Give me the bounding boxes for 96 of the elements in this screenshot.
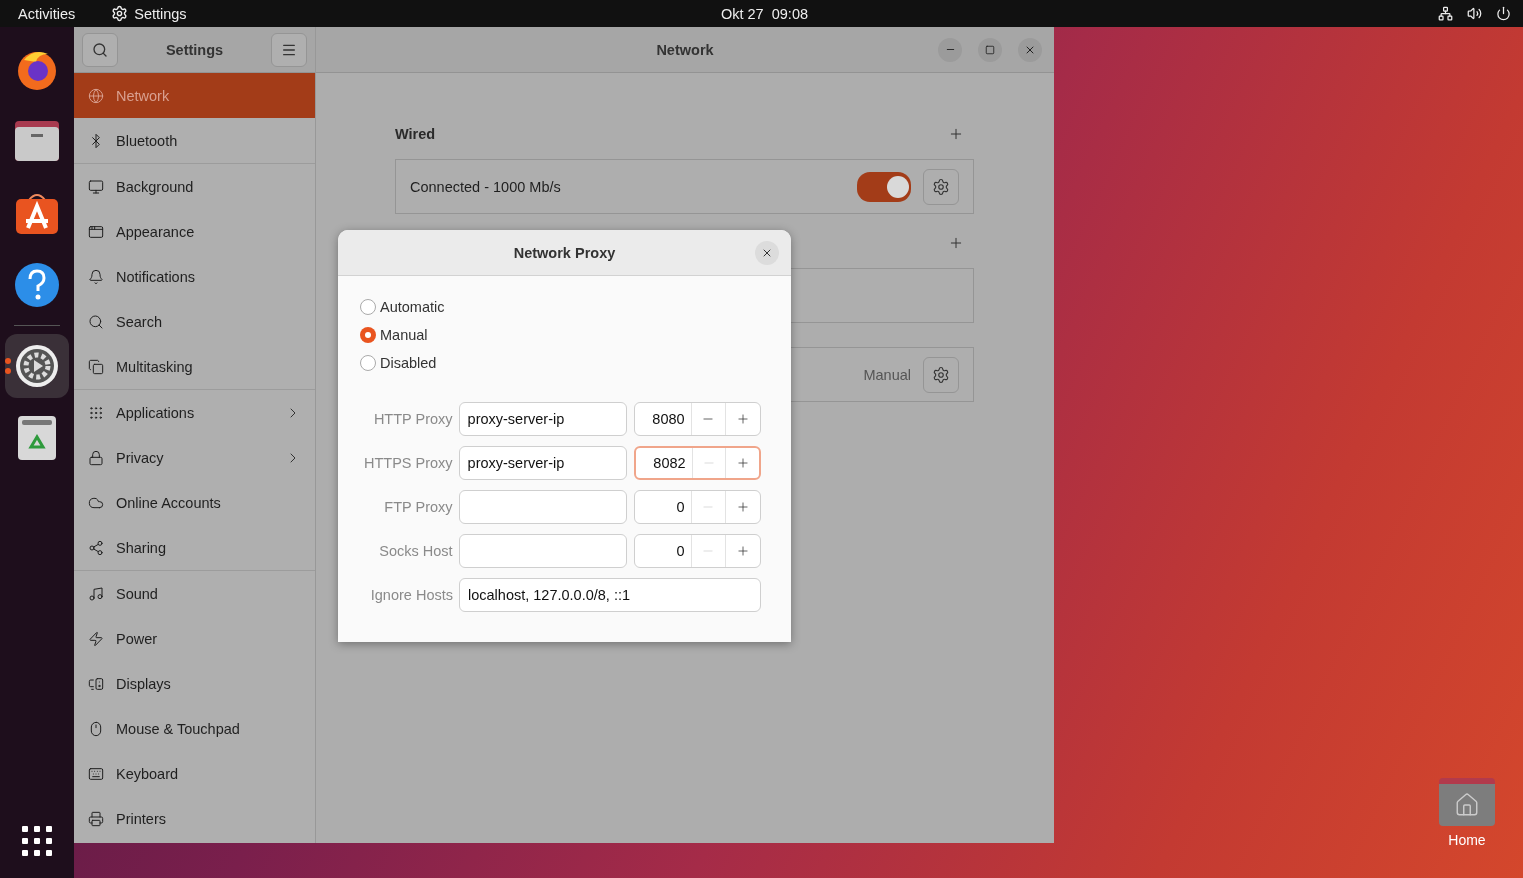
network-icon[interactable]: [1438, 6, 1453, 21]
radio-option[interactable]: Automatic: [360, 296, 761, 318]
sidebar-item[interactable]: Bluetooth: [74, 118, 315, 163]
ignore-hosts-field[interactable]: localhost, 127.0.0.0/8, ::1: [459, 578, 761, 612]
keyboard-icon: [88, 765, 104, 782]
settings-button[interactable]: [923, 168, 959, 205]
plus-icon: [736, 412, 751, 426]
maximize-button[interactable]: [978, 37, 1002, 62]
host-field[interactable]: proxy-server-ip: [458, 402, 627, 436]
windows-icon: [88, 358, 104, 375]
radio-option[interactable]: Disabled: [360, 352, 761, 374]
plus-icon: [736, 544, 751, 558]
port-spin-button[interactable]: 8080: [633, 402, 761, 436]
host-field[interactable]: [458, 490, 627, 524]
host-field[interactable]: proxy-server-ip: [458, 446, 627, 480]
port-spin-button[interactable]: 0: [633, 490, 761, 524]
question-mark-icon: [14, 262, 60, 308]
plus-icon: [735, 456, 750, 470]
search-button[interactable]: [82, 32, 118, 67]
desktop-icon-label[interactable]: Home: [1448, 832, 1486, 848]
monitor-icon: [88, 178, 104, 195]
sidebar-item[interactable]: Printers: [74, 796, 315, 841]
sidebar-item[interactable]: Appearance: [74, 209, 315, 254]
sidebar-item[interactable]: Notifications: [74, 254, 315, 299]
field-label: FTP Proxy: [383, 499, 453, 515]
port-field[interactable]: 0: [634, 491, 691, 523]
sidebar-item[interactable]: Keyboard: [74, 751, 315, 796]
dock-app-button[interactable]: [5, 334, 69, 398]
gear-icon: [111, 5, 129, 22]
sidebar-item[interactable]: Mouse & Touchpad: [74, 706, 315, 751]
host-field[interactable]: [458, 534, 627, 568]
radio-label: Disabled: [380, 355, 437, 371]
radio-label: Automatic: [380, 299, 445, 315]
port-spin-button[interactable]: 0: [633, 534, 761, 568]
app-grid-icon[interactable]: [20, 824, 54, 858]
connection-status: Connected - 1000 Mb/s: [410, 178, 562, 195]
music-note-icon: [88, 585, 104, 602]
printer-icon: [88, 810, 104, 827]
maximize-icon: [985, 44, 995, 55]
toggle-switch[interactable]: [857, 171, 911, 202]
radio-label: Manual: [380, 327, 428, 343]
sidebar-item[interactable]: Online Accounts: [74, 480, 315, 525]
port-field[interactable]: 8082: [635, 448, 692, 478]
plus-icon: [948, 235, 964, 251]
radio-option[interactable]: Manual: [360, 324, 761, 346]
sidebar-title: Settings: [165, 41, 224, 58]
mouse-icon: [88, 720, 104, 737]
sidebar-item[interactable]: Power: [74, 616, 315, 661]
field-label: HTTP Proxy: [372, 411, 453, 427]
grid-icon: [88, 404, 104, 421]
field-label: HTTPS Proxy: [362, 455, 453, 471]
sidebar-item[interactable]: Sharing: [74, 525, 315, 570]
settings-icon: [932, 365, 950, 384]
close-button[interactable]: [1018, 37, 1042, 62]
sidebar-item[interactable]: Search: [74, 299, 315, 344]
port-field[interactable]: 0: [634, 535, 691, 567]
share-icon: [88, 539, 104, 556]
window-icon: [88, 223, 104, 240]
settings-button[interactable]: [923, 356, 959, 393]
activities-button[interactable]: Activities: [18, 5, 76, 22]
field-label: Socks Host: [378, 543, 453, 559]
power-icon[interactable]: [1496, 6, 1511, 21]
sidebar-item[interactable]: Privacy: [74, 435, 315, 480]
clock[interactable]: Okt 27 09:08: [720, 5, 809, 22]
port-spin-button[interactable]: 8082: [633, 446, 761, 480]
search-icon: [92, 41, 108, 58]
folder-icon: [14, 120, 60, 162]
add-button[interactable]: [948, 235, 964, 251]
app-menu[interactable]: Settings: [111, 5, 187, 22]
plus-icon: [948, 126, 964, 142]
section-title: Wired: [395, 126, 436, 142]
globe-icon: [88, 87, 104, 104]
window-title: Network: [656, 41, 714, 58]
proxy-status: Manual: [863, 366, 911, 383]
bolt-icon: [88, 630, 104, 647]
gear-icon: [14, 343, 60, 389]
sidebar-item[interactable]: Sound: [74, 571, 315, 616]
port-field[interactable]: 8080: [634, 403, 691, 435]
plus-icon: [736, 500, 751, 514]
menu-button[interactable]: [271, 32, 307, 67]
sidebar-item[interactable]: Applications: [74, 390, 315, 435]
field-label: Ignore Hosts: [369, 587, 453, 603]
volume-icon[interactable]: [1467, 6, 1482, 21]
close-button[interactable]: [755, 240, 779, 265]
bell-icon: [88, 268, 104, 285]
sidebar-item[interactable]: Background: [74, 164, 315, 209]
settings-icon: [932, 177, 950, 196]
add-button[interactable]: [948, 126, 964, 142]
sidebar-item[interactable]: Multitasking: [74, 344, 315, 389]
recycle-bin-icon: [17, 415, 57, 461]
search-icon: [88, 313, 104, 330]
dialog-title: Network Proxy: [513, 244, 616, 261]
monitor-icon: [88, 675, 104, 692]
lock-icon: [88, 449, 104, 466]
home-folder-icon[interactable]: [1439, 778, 1495, 826]
sidebar-item[interactable]: Displays: [74, 661, 315, 706]
